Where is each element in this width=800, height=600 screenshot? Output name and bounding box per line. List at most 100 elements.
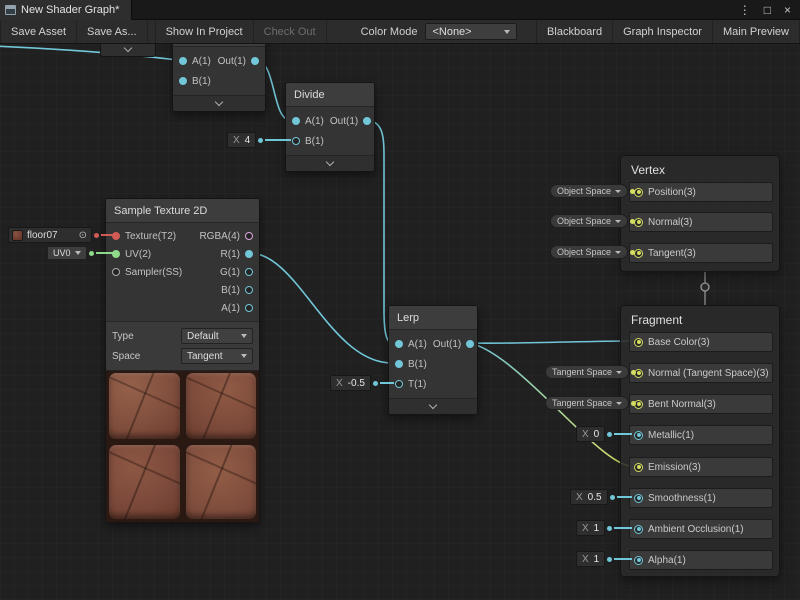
position-port[interactable]	[634, 188, 643, 197]
sampler-in-port[interactable]	[112, 268, 120, 276]
partial-b-port[interactable]	[179, 77, 187, 85]
ambient-occlusion-default-field[interactable]: X1	[576, 520, 605, 536]
chevron-down-icon	[241, 354, 247, 358]
vertex-block[interactable]: Vertex Position(3) Normal(3) Tangent(3)	[620, 155, 780, 272]
divide-b-default-field[interactable]: X 4	[227, 132, 256, 148]
fragment-row-normal-tangent[interactable]: Normal (Tangent Space)(3)	[629, 363, 773, 383]
sample-texture-2d-title[interactable]: Sample Texture 2D	[106, 199, 259, 223]
lerp-a-port[interactable]	[395, 340, 403, 348]
fragment-block[interactable]: Fragment Base Color(3) Normal (Tangent S…	[620, 305, 780, 577]
lerp-b-port[interactable]	[395, 360, 403, 368]
blackboard-button[interactable]: Blackboard	[536, 20, 613, 43]
connector-line	[265, 139, 291, 141]
offscreen-node-collapse-strip[interactable]	[100, 44, 156, 57]
lerp-node-title[interactable]: Lerp	[389, 306, 477, 330]
kebab-menu-icon[interactable]: ⋮	[739, 4, 751, 16]
divide-b-port[interactable]	[292, 137, 300, 145]
row-label: Normal (Tangent Space)(3)	[648, 368, 769, 379]
fragment-row-alpha[interactable]: Alpha(1)	[629, 550, 773, 570]
bent-normal-space-dropdown[interactable]: Tangent Space	[545, 396, 629, 410]
space-dropdown[interactable]: Tangent	[181, 348, 253, 364]
vertex-row-position[interactable]: Position(3)	[629, 182, 773, 202]
save-as-button[interactable]: Save As...	[77, 20, 148, 43]
stack-link-handle[interactable]	[701, 283, 709, 291]
window-tab[interactable]: New Shader Graph*	[0, 0, 132, 20]
graph-canvas[interactable]: A(1) Out(1) B(1) Divide A(1)	[0, 44, 800, 600]
connector-dot	[630, 189, 635, 194]
maximize-icon[interactable]: □	[764, 4, 771, 16]
smoothness-port[interactable]	[634, 494, 643, 503]
color-mode-dropdown[interactable]: <None>	[425, 23, 517, 40]
preview-tile	[186, 373, 256, 439]
partial-node[interactable]: A(1) Out(1) B(1)	[172, 44, 266, 112]
graph-inspector-button[interactable]: Graph Inspector	[613, 20, 713, 43]
smoothness-default-field[interactable]: X0.5	[570, 489, 608, 505]
fragment-row-bent-normal[interactable]: Bent Normal(3)	[629, 394, 773, 414]
type-dropdown[interactable]: Default	[181, 328, 253, 344]
tangent-space-dropdown[interactable]: Object Space	[550, 245, 628, 259]
uv-channel-dropdown[interactable]: UV0	[47, 246, 87, 260]
divide-node-title[interactable]: Divide	[286, 83, 374, 107]
save-asset-button[interactable]: Save Asset	[0, 20, 77, 43]
normal-port[interactable]	[634, 218, 643, 227]
chevron-down-icon	[326, 158, 334, 166]
a-out-port[interactable]	[245, 304, 253, 312]
position-space-connector: Object Space	[550, 184, 632, 198]
object-picker-icon[interactable]: ⊙	[79, 230, 87, 241]
ambient-occlusion-port[interactable]	[634, 525, 643, 534]
texture-object-field[interactable]: floor07 ⊙	[8, 227, 92, 243]
emission-port[interactable]	[634, 463, 643, 472]
show-in-project-button[interactable]: Show In Project	[155, 20, 254, 43]
close-icon[interactable]: ×	[784, 4, 791, 16]
field-value[interactable]: -0.5	[348, 378, 365, 389]
fragment-row-emission[interactable]: Emission(3)	[629, 457, 773, 477]
field-value[interactable]: 4	[245, 135, 251, 146]
edge[interactable]	[250, 253, 392, 363]
partial-a-port[interactable]	[179, 57, 187, 65]
port-label: B(1)	[192, 76, 211, 87]
port-label: Texture(T2)	[125, 231, 176, 242]
edge[interactable]	[468, 341, 630, 343]
divide-collapse-button[interactable]	[286, 155, 374, 171]
divide-node[interactable]: Divide A(1) Out(1) B(1)	[285, 82, 375, 172]
base-color-port[interactable]	[634, 338, 643, 347]
metallic-port[interactable]	[634, 431, 643, 440]
connector-dot	[630, 219, 635, 224]
connector-line	[614, 558, 632, 560]
lerp-node[interactable]: Lerp A(1) Out(1) B(1) T(1)	[388, 305, 478, 415]
port-label: B(1)	[305, 136, 324, 147]
alpha-port[interactable]	[634, 556, 643, 565]
rgba-out-port[interactable]	[245, 232, 253, 240]
g-out-port[interactable]	[245, 268, 253, 276]
fragment-title: Fragment	[631, 313, 682, 327]
lerp-out-port[interactable]	[466, 340, 474, 348]
metallic-default-field[interactable]: X0	[576, 426, 605, 442]
tangent-port[interactable]	[634, 249, 643, 258]
main-preview-button[interactable]: Main Preview	[713, 20, 800, 43]
lerp-t-port[interactable]	[395, 380, 403, 388]
lerp-t-default-field[interactable]: X -0.5	[330, 375, 371, 391]
divide-a-port[interactable]	[292, 117, 300, 125]
lerp-collapse-button[interactable]	[389, 398, 477, 414]
sample-texture-2d-node[interactable]: Sample Texture 2D Texture(T2) RGBA(4) UV…	[105, 198, 260, 523]
connector-dot	[258, 138, 263, 143]
partial-collapse-button[interactable]	[173, 95, 265, 111]
vertex-row-tangent[interactable]: Tangent(3)	[629, 243, 773, 263]
partial-out-port[interactable]	[251, 57, 259, 65]
fragment-row-smoothness[interactable]: Smoothness(1)	[629, 488, 773, 508]
title-bar: New Shader Graph* ⋮ □ ×	[0, 0, 800, 20]
port-label: UV(2)	[125, 249, 151, 260]
fragment-row-metallic[interactable]: Metallic(1)	[629, 425, 773, 445]
b-out-port[interactable]	[245, 286, 253, 294]
node-controls: Type Default Space Tangent	[106, 321, 259, 370]
position-space-dropdown[interactable]: Object Space	[550, 184, 628, 198]
alpha-default-field[interactable]: X1	[576, 551, 605, 567]
fragment-row-ambient-occlusion[interactable]: Ambient Occlusion(1)	[629, 519, 773, 539]
divide-out-port[interactable]	[363, 117, 371, 125]
normal-space-dropdown[interactable]: Object Space	[550, 214, 628, 228]
r-out-port[interactable]	[245, 250, 253, 258]
normal-tangent-space-dropdown[interactable]: Tangent Space	[545, 365, 629, 379]
vertex-row-normal[interactable]: Normal(3)	[629, 212, 773, 232]
fragment-row-base-color[interactable]: Base Color(3)	[629, 332, 773, 352]
shader-graph-icon	[5, 5, 16, 15]
